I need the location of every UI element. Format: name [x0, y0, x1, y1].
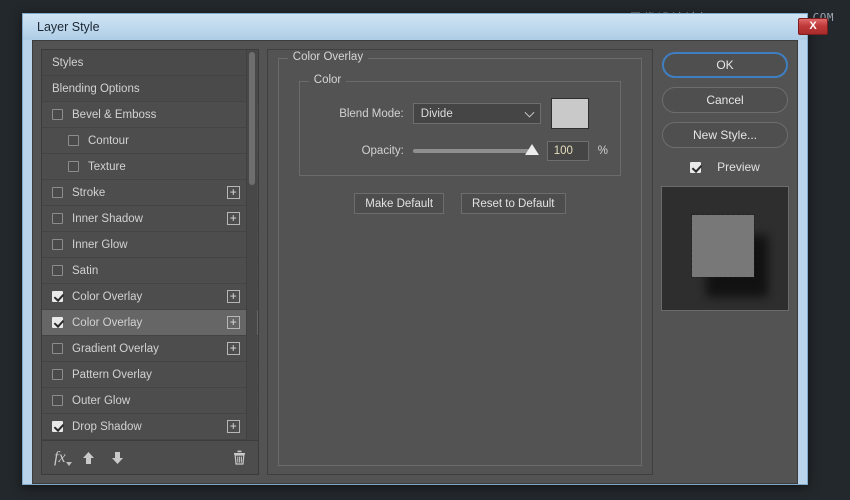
dialog-body: Styles Blending Options Bevel & Emboss Co…: [32, 40, 798, 484]
sidebar-item-label: Drop Shadow: [72, 421, 142, 433]
sidebar-item-label: Color Overlay: [72, 291, 142, 303]
checkbox[interactable]: [68, 161, 79, 172]
styles-panel: Styles Blending Options Bevel & Emboss Co…: [41, 49, 259, 475]
actions-panel: OK Cancel New Style... Preview: [661, 49, 789, 475]
sidebar-item-blending-options[interactable]: Blending Options: [42, 76, 258, 102]
layer-style-dialog: Layer Style Styles Blending Options Beve…: [22, 13, 808, 485]
sidebar-item-inner-shadow[interactable]: Inner Shadow: [42, 206, 258, 232]
sidebar-item-drop-shadow[interactable]: Drop Shadow: [42, 414, 258, 440]
checkbox[interactable]: [52, 395, 63, 406]
preview-checkbox[interactable]: [690, 162, 701, 173]
opacity-row: Opacity: 100 %: [312, 140, 608, 161]
sidebar-item-label: Stroke: [72, 187, 105, 199]
opacity-slider-track: [413, 149, 535, 153]
add-effect-icon[interactable]: [227, 290, 240, 303]
preview-toggle[interactable]: Preview: [690, 160, 760, 174]
opacity-unit: %: [598, 145, 608, 157]
close-icon[interactable]: X: [798, 18, 828, 35]
sidebar-item-label: Pattern Overlay: [72, 369, 152, 381]
preview-label: Preview: [717, 160, 760, 174]
checkbox[interactable]: [52, 213, 63, 224]
sidebar-item-label: Contour: [88, 135, 129, 147]
add-effect-icon[interactable]: [227, 420, 240, 433]
styles-header-label: Styles: [52, 57, 83, 69]
sidebar-item-color-overlay[interactable]: Color Overlay: [42, 310, 258, 336]
add-effect-icon[interactable]: [227, 316, 240, 329]
blend-mode-row: Blend Mode: Divide: [312, 98, 608, 129]
color-subgroup: Color Blend Mode: Divide Opacity:: [299, 81, 621, 176]
checkbox[interactable]: [68, 135, 79, 146]
dialog-titlebar[interactable]: Layer Style: [23, 14, 807, 40]
checkbox[interactable]: [52, 265, 63, 276]
sidebar-item-inner-glow[interactable]: Inner Glow: [42, 232, 258, 258]
sidebar-item-stroke[interactable]: Stroke: [42, 180, 258, 206]
opacity-slider-handle[interactable]: [525, 144, 539, 155]
ok-button[interactable]: OK: [662, 52, 788, 78]
effect-settings-panel: Color Overlay Color Blend Mode: Divide: [267, 49, 653, 475]
opacity-slider[interactable]: [413, 140, 535, 161]
sidebar-item-color-overlay[interactable]: Color Overlay: [42, 284, 258, 310]
add-effect-icon[interactable]: [227, 212, 240, 225]
reset-to-default-button[interactable]: Reset to Default: [461, 193, 565, 214]
sidebar-item-label: Gradient Overlay: [72, 343, 159, 355]
checkbox[interactable]: [52, 239, 63, 250]
color-swatch[interactable]: [551, 98, 589, 129]
color-subgroup-title: Color: [309, 74, 346, 86]
color-overlay-group-title: Color Overlay: [288, 51, 368, 63]
sidebar-item-texture[interactable]: Texture: [42, 154, 258, 180]
sidebar-item-gradient-overlay[interactable]: Gradient Overlay: [42, 336, 258, 362]
opacity-input[interactable]: 100: [547, 141, 589, 161]
sidebar-item-label: Color Overlay: [72, 317, 142, 329]
checkbox[interactable]: [52, 369, 63, 380]
add-effect-icon[interactable]: [227, 342, 240, 355]
color-overlay-group: Color Overlay Color Blend Mode: Divide: [278, 58, 642, 466]
dialog-title: Layer Style: [37, 20, 100, 34]
opacity-label: Opacity:: [312, 145, 404, 157]
sidebar-item-label: Bevel & Emboss: [72, 109, 156, 121]
cancel-button[interactable]: Cancel: [662, 87, 788, 113]
blending-options-label: Blending Options: [52, 83, 140, 95]
delete-icon[interactable]: [233, 450, 246, 465]
sidebar-item-contour[interactable]: Contour: [42, 128, 258, 154]
add-effect-icon[interactable]: [227, 186, 240, 199]
scrollbar-thumb[interactable]: [249, 52, 255, 185]
sidebar-item-label: Satin: [72, 265, 98, 277]
blend-mode-label: Blend Mode:: [312, 108, 404, 120]
fx-icon[interactable]: fx: [54, 449, 66, 467]
sidebar-item-label: Outer Glow: [72, 395, 130, 407]
desktop-background: 思缘设计论坛 WWW.MISSYUAN.COM X Layer Style St…: [0, 0, 850, 500]
sidebar-item-label: Inner Glow: [72, 239, 128, 251]
checkbox[interactable]: [52, 317, 63, 328]
checkbox[interactable]: [52, 109, 63, 120]
move-down-icon[interactable]: [111, 451, 124, 465]
sidebar-item-label: Inner Shadow: [72, 213, 143, 225]
checkbox[interactable]: [52, 291, 63, 302]
preview-thumbnail: [661, 186, 789, 311]
checkbox[interactable]: [52, 421, 63, 432]
sidebar-item-bevel-emboss[interactable]: Bevel & Emboss: [42, 102, 258, 128]
blend-mode-select[interactable]: Divide: [413, 103, 541, 124]
sidebar-item-pattern-overlay[interactable]: Pattern Overlay: [42, 362, 258, 388]
styles-list-scrollbar[interactable]: [246, 50, 257, 440]
sidebar-item-outer-glow[interactable]: Outer Glow: [42, 388, 258, 414]
checkbox[interactable]: [52, 343, 63, 354]
default-buttons-row: Make Default Reset to Default: [291, 193, 629, 214]
sidebar-item-label: Texture: [88, 161, 126, 173]
preview-layer-square: [692, 215, 754, 277]
move-up-icon[interactable]: [82, 451, 95, 465]
sidebar-item-satin[interactable]: Satin: [42, 258, 258, 284]
checkbox[interactable]: [52, 187, 63, 198]
styles-list[interactable]: Styles Blending Options Bevel & Emboss Co…: [42, 50, 258, 440]
new-style-button[interactable]: New Style...: [662, 122, 788, 148]
styles-toolbar: fx: [42, 440, 258, 474]
make-default-button[interactable]: Make Default: [354, 193, 444, 214]
styles-list-header[interactable]: Styles: [42, 50, 258, 76]
chevron-down-icon: [524, 107, 534, 117]
style-rows-container: Bevel & Emboss Contour Texture Stroke Inner …: [42, 102, 258, 440]
blend-mode-value: Divide: [421, 108, 453, 120]
